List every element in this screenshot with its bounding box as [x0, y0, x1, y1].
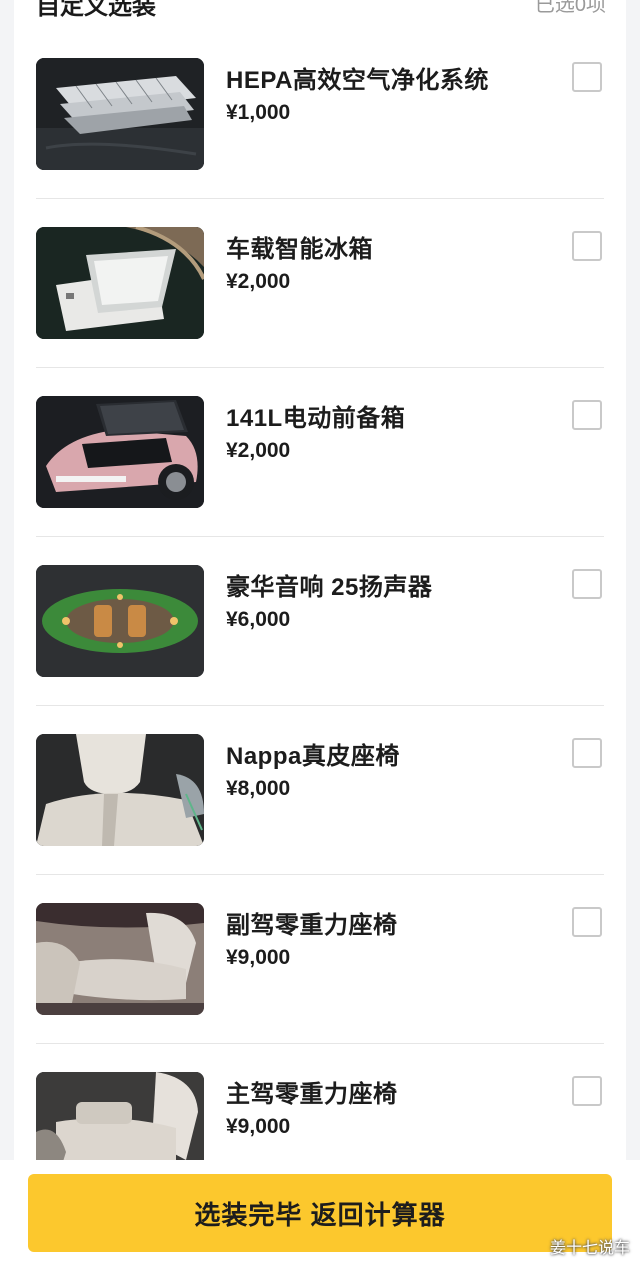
option-price: ¥2,000 — [226, 270, 291, 293]
fridge-image — [36, 227, 204, 339]
option-checkbox[interactable] — [572, 569, 602, 599]
option-name: 副驾零重力座椅 — [226, 912, 398, 939]
option-item-passenger-seat[interactable]: 副驾零重力座椅 ¥9,000 — [36, 875, 604, 1044]
selected-count: 已选0项 — [534, 0, 606, 16]
frunk-image — [36, 396, 204, 508]
audio-image — [36, 565, 204, 677]
footer-bar: 选装完毕 返回计算器 — [0, 1160, 640, 1266]
option-item-nappa[interactable]: Nappa真皮座椅 ¥8,000 — [36, 706, 604, 875]
option-price: ¥9,000 — [226, 1115, 291, 1138]
option-name: 主驾零重力座椅 — [226, 1081, 398, 1108]
option-checkbox[interactable] — [572, 400, 602, 430]
leather-seat-image — [36, 734, 204, 846]
finish-return-button[interactable]: 选装完毕 返回计算器 — [28, 1174, 612, 1252]
option-price: ¥9,000 — [226, 946, 291, 969]
option-checkbox[interactable] — [572, 738, 602, 768]
option-price: ¥1,000 — [226, 101, 291, 124]
options-header: 自定义选装 已选0项 — [36, 0, 606, 20]
options-panel: 自定义选装 已选0项 HEPA高效空气净化系统 ¥1,000 车载智能冰箱 ¥2… — [14, 0, 626, 1160]
option-checkbox[interactable] — [572, 231, 602, 261]
option-name: 车载智能冰箱 — [226, 236, 373, 263]
option-checkbox[interactable] — [572, 62, 602, 92]
option-item-audio[interactable]: 豪华音响 25扬声器 ¥6,000 — [36, 537, 604, 706]
option-item-driver-seat[interactable]: 主驾零重力座椅 ¥9,000 — [36, 1044, 604, 1160]
passenger-seat-image — [36, 903, 204, 1015]
option-checkbox[interactable] — [572, 1076, 602, 1106]
option-name: HEPA高效空气净化系统 — [226, 67, 489, 94]
option-item-frunk[interactable]: 141L电动前备箱 ¥2,000 — [36, 368, 604, 537]
option-name: Nappa真皮座椅 — [226, 743, 400, 770]
option-name: 141L电动前备箱 — [226, 405, 406, 432]
option-price: ¥6,000 — [226, 608, 291, 631]
page-title: 自定义选装 — [36, 0, 156, 20]
option-item-hepa[interactable]: HEPA高效空气净化系统 ¥1,000 — [36, 30, 604, 199]
option-name: 豪华音响 25扬声器 — [226, 574, 433, 601]
watermark: 姜十七说车 — [549, 1240, 630, 1257]
option-checkbox[interactable] — [572, 907, 602, 937]
air-filter-image — [36, 58, 204, 170]
driver-seat-image — [36, 1072, 204, 1160]
option-price: ¥8,000 — [226, 777, 291, 800]
option-price: ¥2,000 — [226, 439, 291, 462]
option-item-fridge[interactable]: 车载智能冰箱 ¥2,000 — [36, 199, 604, 368]
